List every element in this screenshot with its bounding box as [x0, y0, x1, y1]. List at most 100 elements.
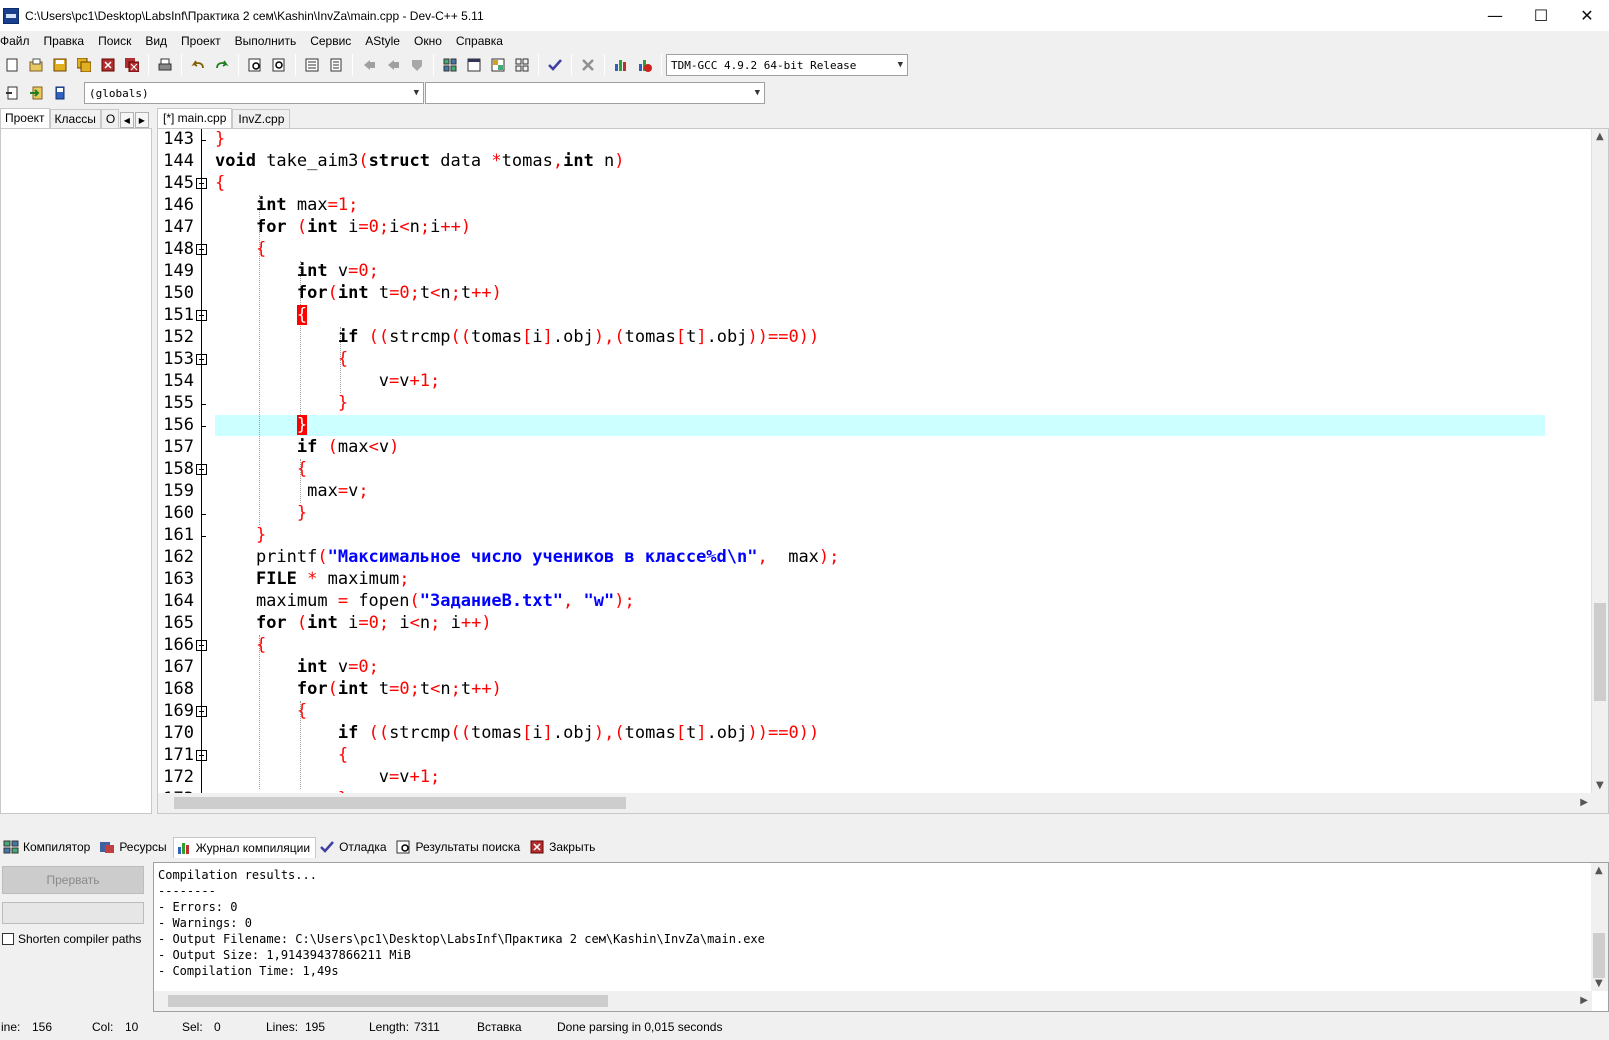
compile-button[interactable] — [439, 54, 461, 76]
project-browser[interactable] — [0, 128, 152, 814]
tab-main-cpp[interactable]: [*] main.cpp — [157, 108, 233, 128]
shorten-paths-checkbox[interactable] — [2, 933, 14, 945]
close-window-button[interactable]: ✕ — [1564, 0, 1609, 31]
editor-vertical-scroll-thumb[interactable] — [1594, 603, 1606, 701]
code-line[interactable]: v=v+1; — [215, 767, 441, 788]
indent-button[interactable] — [301, 54, 323, 76]
menu-search[interactable]: Поиск — [91, 34, 138, 48]
code-line[interactable]: printf("Максимальное число учеников в кл… — [215, 547, 839, 568]
code-line[interactable]: { — [215, 239, 266, 260]
syntax-check-button[interactable] — [544, 54, 566, 76]
code-line[interactable]: for (int i=0;i<n;i++) — [215, 217, 471, 238]
tab-debug[interactable]: О — [100, 109, 119, 128]
delete-profile-button[interactable] — [634, 54, 656, 76]
scroll-up-arrow[interactable]: ▲ — [1596, 131, 1604, 142]
code-line[interactable]: } — [215, 393, 348, 414]
scroll-right-arrow[interactable]: ▶ — [1580, 995, 1588, 1006]
code-line[interactable]: int v=0; — [215, 657, 379, 678]
new-file-button[interactable] — [1, 54, 23, 76]
stop-button[interactable] — [577, 54, 599, 76]
code-line[interactable]: FILE * maximum; — [215, 569, 410, 590]
code-line[interactable]: { — [215, 173, 225, 194]
tab-invz-cpp[interactable]: InvZ.cpp — [232, 109, 291, 128]
code-line[interactable]: int v=0; — [215, 261, 379, 282]
code-line[interactable]: void take_aim3(struct data *tomas,int n) — [215, 151, 625, 172]
insert-button[interactable] — [1, 82, 23, 104]
scroll-down-arrow[interactable]: ▼ — [1596, 780, 1604, 791]
undo-button[interactable] — [187, 54, 209, 76]
menu-view[interactable]: Вид — [138, 34, 174, 48]
replace-button[interactable] — [268, 54, 290, 76]
editor-horizontal-scrollbar[interactable]: ▶ — [158, 793, 1608, 813]
tab-compile-log[interactable]: Журнал компиляции — [172, 836, 317, 858]
tab-project[interactable]: Проект — [0, 108, 50, 128]
toggle-comment-button[interactable] — [406, 54, 428, 76]
log-vertical-scrollbar[interactable]: ▲ ▼ — [1591, 863, 1608, 991]
code-line[interactable]: int max=1; — [215, 195, 358, 216]
goto-button[interactable] — [25, 82, 47, 104]
log-horizontal-scrollbar[interactable]: ▶ — [154, 991, 1592, 1011]
run-button[interactable] — [463, 54, 485, 76]
log-horizontal-scroll-thumb[interactable] — [168, 995, 608, 1007]
rebuild-all-button[interactable] — [511, 54, 533, 76]
menu-file[interactable]: Файл — [0, 34, 37, 48]
maximize-button[interactable]: ☐ — [1518, 0, 1564, 31]
print-button[interactable] — [154, 54, 176, 76]
scroll-down-arrow[interactable]: ▼ — [1595, 978, 1603, 989]
close-file-button[interactable] — [97, 54, 119, 76]
code-line[interactable]: } — [215, 129, 225, 150]
compiler-select[interactable]: TDM-GCC 4.9.2 64-bit Release ▼ — [666, 54, 908, 76]
bookmark-prev-button[interactable] — [358, 54, 380, 76]
tab-classes[interactable]: Классы — [49, 109, 101, 128]
code-line[interactable]: } — [215, 503, 307, 524]
menu-execute[interactable]: Выполнить — [228, 34, 304, 48]
scope-select[interactable]: (globals) ▼ — [84, 82, 424, 104]
save-button[interactable] — [49, 54, 71, 76]
editor-horizontal-scroll-thumb[interactable] — [174, 797, 626, 809]
save-all-button[interactable] — [73, 54, 95, 76]
toggle-bookmark-button[interactable] — [49, 82, 71, 104]
tab-scroll-left-button[interactable]: ◀ — [119, 112, 134, 128]
close-all-button[interactable] — [121, 54, 143, 76]
redo-button[interactable] — [211, 54, 233, 76]
code-line[interactable]: { — [215, 305, 308, 326]
tab-resources[interactable]: Ресурсы — [96, 837, 172, 858]
compile-run-button[interactable] — [487, 54, 509, 76]
code-line[interactable]: { — [215, 459, 307, 480]
unindent-button[interactable] — [325, 54, 347, 76]
find-button[interactable] — [244, 54, 266, 76]
code-line[interactable]: v=v+1; — [215, 371, 441, 392]
menu-project[interactable]: Проект — [174, 34, 228, 48]
code-line[interactable]: { — [215, 745, 348, 766]
code-line[interactable]: { — [215, 349, 348, 370]
code-line[interactable]: if (max<v) — [215, 437, 399, 458]
tab-find-results[interactable]: Результаты поиска — [393, 837, 527, 858]
tab-scroll-right-button[interactable]: ▶ — [134, 112, 149, 128]
profile-button[interactable] — [610, 54, 632, 76]
code-line[interactable]: max=v; — [215, 481, 368, 502]
log-vertical-scroll-thumb[interactable] — [1593, 933, 1605, 978]
tab-close-panel[interactable]: Закрыть — [526, 837, 601, 858]
abort-compilation-button[interactable]: Прервать — [2, 866, 144, 894]
code-line[interactable]: { — [215, 635, 266, 656]
menu-help[interactable]: Справка — [449, 34, 510, 48]
code-line[interactable]: maximum = fopen("ЗаданиеB.txt", "w"); — [215, 591, 635, 612]
code-line[interactable]: if ((strcmp((tomas[i].obj),(tomas[t].obj… — [215, 723, 819, 744]
shorten-paths-option[interactable]: Shorten compiler paths — [2, 932, 141, 946]
menu-astyle[interactable]: AStyle — [358, 34, 407, 48]
scroll-right-arrow[interactable]: ▶ — [1580, 797, 1588, 808]
scroll-up-arrow[interactable]: ▲ — [1595, 865, 1603, 876]
code-line[interactable]: for(int t=0;t<n;t++) — [215, 283, 502, 304]
tab-debug-panel[interactable]: Отладка — [316, 837, 392, 858]
tab-compiler[interactable]: Компилятор — [0, 837, 96, 858]
bookmark-next-button[interactable] — [382, 54, 404, 76]
code-editor[interactable]: 143 144 145 146 147 148 149 150 151 152 153 154 155 1… — [157, 128, 1609, 814]
open-file-button[interactable] — [25, 54, 47, 76]
code-line[interactable]: for(int t=0;t<n;t++) — [215, 679, 502, 700]
code-line[interactable]: } — [215, 525, 266, 546]
code-line[interactable]: if ((strcmp((tomas[i].obj),(tomas[t].obj… — [215, 327, 819, 348]
code-line[interactable]: { — [215, 701, 307, 722]
compile-log[interactable]: Compilation results... -------- - Errors: … — [153, 862, 1609, 1012]
menu-edit[interactable]: Правка — [37, 34, 92, 48]
menu-window[interactable]: Окно — [407, 34, 449, 48]
